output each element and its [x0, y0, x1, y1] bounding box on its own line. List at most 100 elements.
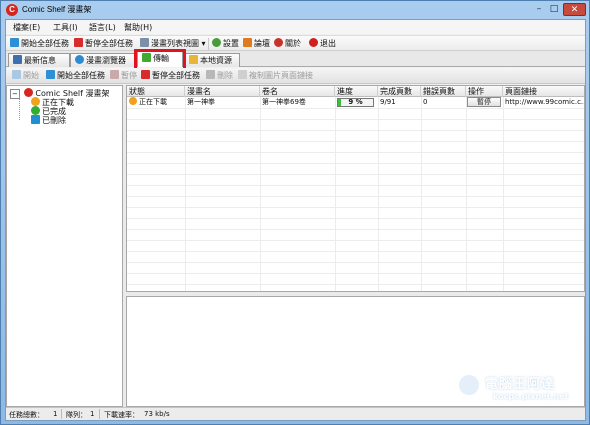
folder-icon [189, 55, 198, 64]
watermark-logo-icon [457, 373, 481, 397]
status-separator [61, 409, 62, 419]
globe-icon [75, 55, 84, 64]
main-toolbar: 開始全部任務 暫停全部任務 漫畫列表視圖 ▾ 設置 論壇 關於 退出 [6, 35, 585, 51]
status-speed-value: 73 kb/s [144, 410, 170, 418]
grid-line [127, 229, 584, 230]
delete-button[interactable]: 刪除 [206, 70, 233, 82]
grid-column-line [260, 97, 261, 291]
menu-file[interactable]: 檔案(E) [13, 22, 40, 33]
grid-line [127, 119, 584, 120]
grid-column-line [378, 97, 379, 291]
play-all-icon [46, 70, 55, 79]
settings-button[interactable]: 設置 [212, 38, 239, 50]
view-list-label: 漫畫列表視圖 [151, 39, 199, 48]
menu-tools[interactable]: 工具(I) [53, 22, 78, 33]
pause-button[interactable]: 暫停 [110, 70, 137, 82]
col-progress[interactable]: 進度 [335, 86, 378, 97]
transfer-toolbar: 開始 開始全部任務 暫停 暫停全部任務 刪除 複制圖片頁面鏈接 [6, 68, 585, 84]
grid-line [127, 174, 584, 175]
start-all-label: 開始全部任務 [21, 39, 69, 48]
downloading-icon [129, 97, 137, 105]
tab-local-resources[interactable]: 本地資源 [184, 53, 240, 67]
status-speed-label: 下載速率： [104, 411, 139, 419]
grid-column-line [503, 97, 504, 291]
app-logo-icon [24, 88, 34, 97]
col-done-pages[interactable]: 完成頁數 [378, 86, 421, 97]
volume-cell: 第一神拳69卷 [262, 98, 306, 106]
about-button[interactable]: 關於 [274, 38, 301, 50]
col-page-link[interactable]: 頁面鏈接 [503, 86, 584, 97]
menu-help[interactable]: 幫助(H) [124, 22, 152, 33]
status-queue-value: 1 [90, 410, 95, 418]
tab-comic-browser[interactable]: 漫畫瀏覽器 [70, 53, 136, 67]
copy-page-link-button[interactable]: 複制圖片頁面鏈接 [238, 70, 313, 82]
exit-button[interactable]: 退出 [309, 38, 336, 50]
downloading-icon [31, 97, 40, 106]
pause-all-tasks-button[interactable]: 暫停全部任務 [141, 70, 200, 82]
gear-icon [212, 38, 221, 47]
delete-label: 刪除 [217, 71, 233, 80]
trash-icon [206, 70, 215, 79]
progress-cell: 9 % [335, 97, 378, 108]
done-pages-cell: 9/91 [380, 98, 396, 106]
grid-column-line [421, 97, 422, 291]
list-icon [140, 38, 149, 47]
forum-icon [243, 38, 252, 47]
tree-item-deleted-label: 已刪除 [42, 116, 66, 125]
pause-all-button[interactable]: 暫停全部任務 [74, 38, 133, 50]
table-header: 狀態 漫畫名 卷名 進度 完成頁數 錯誤頁數 操作 頁面鏈接 [127, 86, 584, 97]
exit-label: 退出 [320, 39, 336, 48]
grid-line [127, 273, 584, 274]
grid-line [127, 185, 584, 186]
start-button[interactable]: 開始 [12, 70, 39, 82]
play-icon [10, 38, 19, 47]
category-tree: − Comic Shelf 漫畫架 正在下載 已完成 已刪除 [6, 85, 123, 407]
menu-language[interactable]: 語言(L) [89, 22, 116, 33]
title-bar[interactable]: C Comic Shelf 漫畫架 – □ ✕ [1, 1, 589, 19]
app-logo-icon: C [6, 4, 18, 16]
tab-latest-info[interactable]: 最新信息 [8, 53, 70, 67]
start-all-button[interactable]: 開始全部任務 [10, 38, 69, 50]
error-pages-cell: 0 [423, 98, 428, 106]
tab-bar: 最新信息 漫畫瀏覽器 傳輸 本地資源 [6, 51, 585, 67]
grid-line [127, 284, 584, 285]
pause-label: 暫停 [121, 71, 137, 80]
status-separator [99, 409, 100, 419]
window-title: Comic Shelf 漫畫架 [22, 5, 92, 14]
news-icon [13, 55, 22, 64]
status-queue-label: 隊列： [66, 411, 87, 419]
minimize-button[interactable]: – [532, 3, 546, 16]
col-action[interactable]: 操作 [466, 86, 503, 97]
pause-all-icon [141, 70, 150, 79]
copy-page-link-label: 複制圖片頁面鏈接 [249, 71, 313, 80]
watermark: 電腦王阿達 kocpc.pixnet.net [457, 369, 587, 409]
check-icon [31, 106, 40, 115]
start-all-tasks-button[interactable]: 開始全部任務 [46, 70, 105, 82]
status-total-value: 1 [53, 410, 58, 418]
tab-local-resources-label: 本地資源 [200, 56, 232, 65]
close-button[interactable]: ✕ [563, 3, 586, 16]
grid-line [127, 240, 584, 241]
forum-button[interactable]: 論壇 [243, 38, 270, 50]
grid-line [127, 262, 584, 263]
start-label: 開始 [23, 71, 39, 80]
about-icon [274, 38, 283, 47]
exit-icon [309, 38, 318, 47]
col-error-pages[interactable]: 錯誤頁數 [421, 86, 466, 97]
page-link-cell: http://www.99comic.c... [505, 98, 585, 106]
toolbar-separator [208, 38, 209, 50]
maximize-button[interactable]: □ [547, 3, 561, 16]
col-comic-name[interactable]: 漫畫名 [185, 86, 260, 97]
progress-bar: 9 % [337, 98, 374, 107]
grid-line [127, 108, 584, 109]
pause-icon [110, 70, 119, 79]
table-row[interactable]: 正在下載 第一神拳 第一神拳69卷 9 % 9/91 0 暫停 http://www.99co… [127, 97, 585, 108]
status-cell: 正在下載 [127, 97, 185, 108]
action-cell: 暫停 [466, 97, 503, 108]
pause-task-button[interactable]: 暫停 [467, 97, 501, 107]
col-status[interactable]: 狀態 [127, 86, 185, 97]
grid-column-line [466, 97, 467, 291]
start-all-tasks-label: 開始全部任務 [57, 71, 105, 80]
tree-item-deleted[interactable]: 已刪除 [31, 115, 66, 126]
col-volume[interactable]: 卷名 [260, 86, 335, 97]
